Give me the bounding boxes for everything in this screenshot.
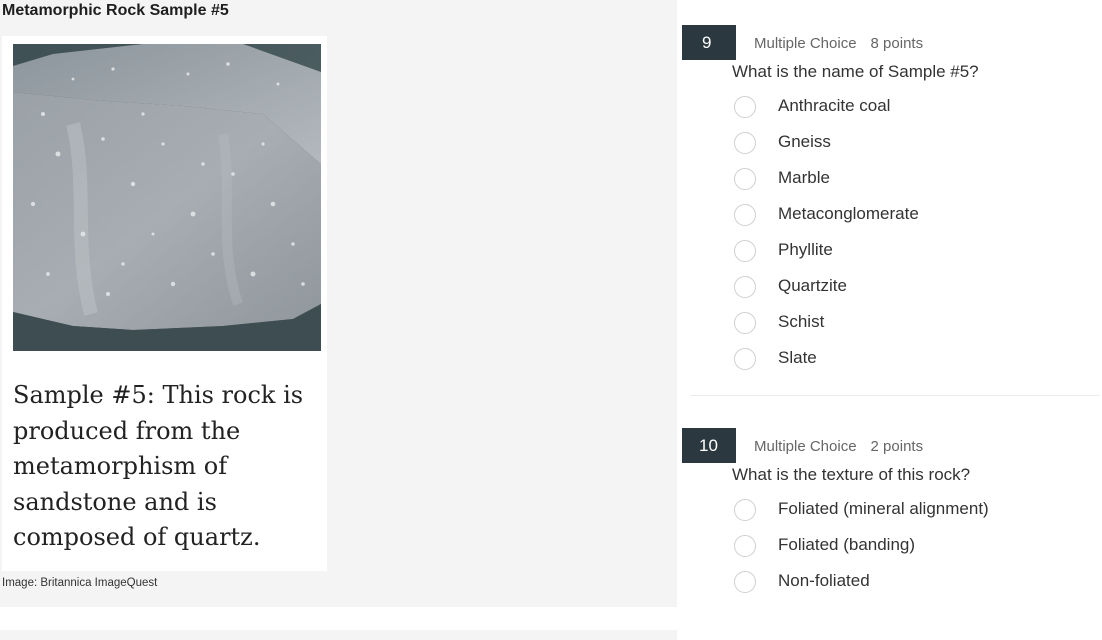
question-text: What is the name of Sample #5? (732, 62, 979, 81)
question-type: Multiple Choice (754, 35, 857, 52)
option-label[interactable]: Foliated (mineral alignment) (778, 499, 989, 519)
sample-title: Metamorphic Rock Sample #5 (2, 2, 229, 19)
radio-button[interactable] (734, 168, 756, 190)
question-number-badge: 9 (682, 25, 736, 60)
question-meta: Multiple Choice 2 points (754, 438, 923, 455)
question-type: Multiple Choice (754, 438, 857, 455)
option-label[interactable]: Phyllite (778, 240, 833, 260)
radio-button[interactable] (734, 204, 756, 226)
option-label[interactable]: Gneiss (778, 132, 831, 152)
option-label[interactable]: Quartzite (778, 276, 847, 296)
radio-button[interactable] (734, 96, 756, 118)
question-points: 8 points (870, 35, 924, 52)
next-section-strip (0, 630, 677, 640)
option-label[interactable]: Metaconglomerate (778, 204, 919, 224)
question-text: What is the texture of this rock? (732, 465, 971, 484)
option-label[interactable]: Marble (778, 168, 830, 188)
radio-button[interactable] (734, 132, 756, 154)
option-label[interactable]: Non-foliated (778, 571, 870, 591)
question-divider (690, 395, 1100, 396)
sample-card: Sample #5: This rock is produced from th… (2, 36, 327, 571)
radio-button[interactable] (734, 240, 756, 262)
radio-button[interactable] (734, 276, 756, 298)
option-label[interactable]: Foliated (banding) (778, 535, 915, 555)
radio-button[interactable] (734, 571, 756, 593)
sample-panel: Metamorphic Rock Sample #5 Sample #5: Th… (0, 0, 677, 607)
radio-button[interactable] (734, 499, 756, 521)
sample-caption: Sample #5: This rock is produced from th… (13, 381, 304, 551)
question-meta: Multiple Choice 8 points (754, 35, 923, 52)
question-points: 2 points (870, 438, 924, 455)
image-credit: Image: Britannica ImageQuest (2, 577, 158, 589)
radio-button[interactable] (734, 348, 756, 370)
question-number-badge: 10 (682, 428, 736, 463)
rock-sample-image (13, 44, 321, 351)
option-label[interactable]: Anthracite coal (778, 96, 890, 116)
option-label[interactable]: Schist (778, 312, 824, 332)
option-label[interactable]: Slate (778, 348, 817, 368)
radio-button[interactable] (734, 312, 756, 334)
radio-button[interactable] (734, 535, 756, 557)
